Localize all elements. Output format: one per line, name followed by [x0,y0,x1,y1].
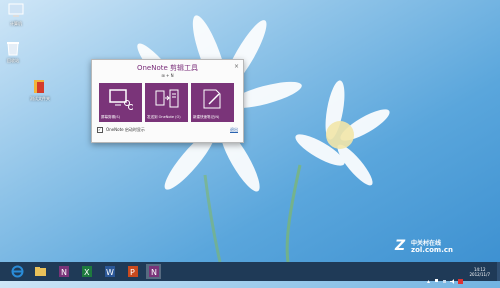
watermark-logo: Z [395,238,406,254]
svg-text:N: N [151,268,157,277]
taskbar-powerpoint[interactable]: P [125,264,140,279]
taskbar-onenote-clipping[interactable]: N [146,264,161,279]
computer-icon [7,3,25,19]
network-icon[interactable] [442,269,447,283]
clock[interactable]: 14:12 2012/11/7 [469,267,490,277]
desktop-icon-label: 回收站 [7,58,19,63]
taskbar-word[interactable]: W [102,264,117,279]
zol-watermark: Z 中关村在线 zol.com.cn [395,238,475,256]
desktop-wallpaper: 计算机 回收站 测试文件夹 [0,0,500,262]
folder-icon [35,267,46,276]
wallpaper-flower [137,15,390,262]
desktop-icon-label: 计算机 [10,21,22,26]
watermark-domain: zol.com.cn [411,246,453,254]
checkbox-tick-icon[interactable]: ✓ [97,127,103,133]
volume-icon[interactable] [450,269,455,284]
tile-label: 新建快速笔记(N) [193,115,220,119]
send-to-onenote-icon [155,89,179,108]
onenote-clipping-icon: N [149,266,159,277]
tile-label: 屏幕剪辑(S) [101,115,120,119]
svg-text:P: P [130,268,135,277]
dialog-title: OneNote 剪辑工具 [136,64,199,72]
shortcut-hint: ⊞ + N [161,73,174,78]
exit-link[interactable]: 退出 [230,127,238,133]
quick-note-icon [203,89,221,109]
taskbar-file-explorer[interactable] [33,264,48,279]
desktop-icon-recycle-bin[interactable]: 回收站 [0,40,26,64]
desktop-icon-computer[interactable]: 计算机 [3,3,29,27]
taskbar-onenote[interactable]: N [56,264,71,279]
recycle-bin-icon [4,40,22,56]
taskbar-internet-explorer[interactable] [10,264,25,279]
taskbar: N X W P N 14:12 2012/11/7 [0,262,500,284]
flag-icon[interactable] [434,269,439,282]
show-on-startup-checkbox[interactable]: ✓ OneNote 启动时显示 [97,127,145,133]
tray-arrow-icon[interactable] [426,269,431,283]
screen-clip-icon [109,89,133,110]
svg-text:N: N [61,268,67,277]
onenote-icon: N [59,266,69,277]
screen-clip-button[interactable]: 屏幕剪辑(S) [99,83,142,122]
system-tray: 14:12 2012/11/7 [426,262,500,284]
clock-date: 2012/11/7 [469,271,490,277]
word-icon: W [105,266,115,277]
excel-icon: X [82,266,92,277]
checkbox-label: OneNote 启动时显示 [106,127,145,132]
tile-label: 发送到 OneNote (O) [147,115,181,119]
send-to-onenote-button[interactable]: 发送到 OneNote (O) [145,83,188,122]
svg-text:X: X [84,268,90,277]
taskbar-excel[interactable]: X [79,264,94,279]
new-quick-note-button[interactable]: 新建快速笔记(N) [191,83,234,122]
close-button[interactable]: × [234,63,239,70]
desktop-icon-label: 测试文件夹 [30,96,50,101]
desktop-icon-folder[interactable]: 测试文件夹 [27,78,53,102]
powerpoint-icon: P [128,266,138,277]
svg-text:W: W [106,268,114,277]
folder-icon [31,78,49,94]
onenote-clipping-dialog: OneNote 剪辑工具 × ⊞ + N 屏幕剪辑(S) 发送到 OneNote… [91,59,244,143]
ime-icon[interactable] [458,269,464,284]
internet-explorer-icon [11,265,24,278]
